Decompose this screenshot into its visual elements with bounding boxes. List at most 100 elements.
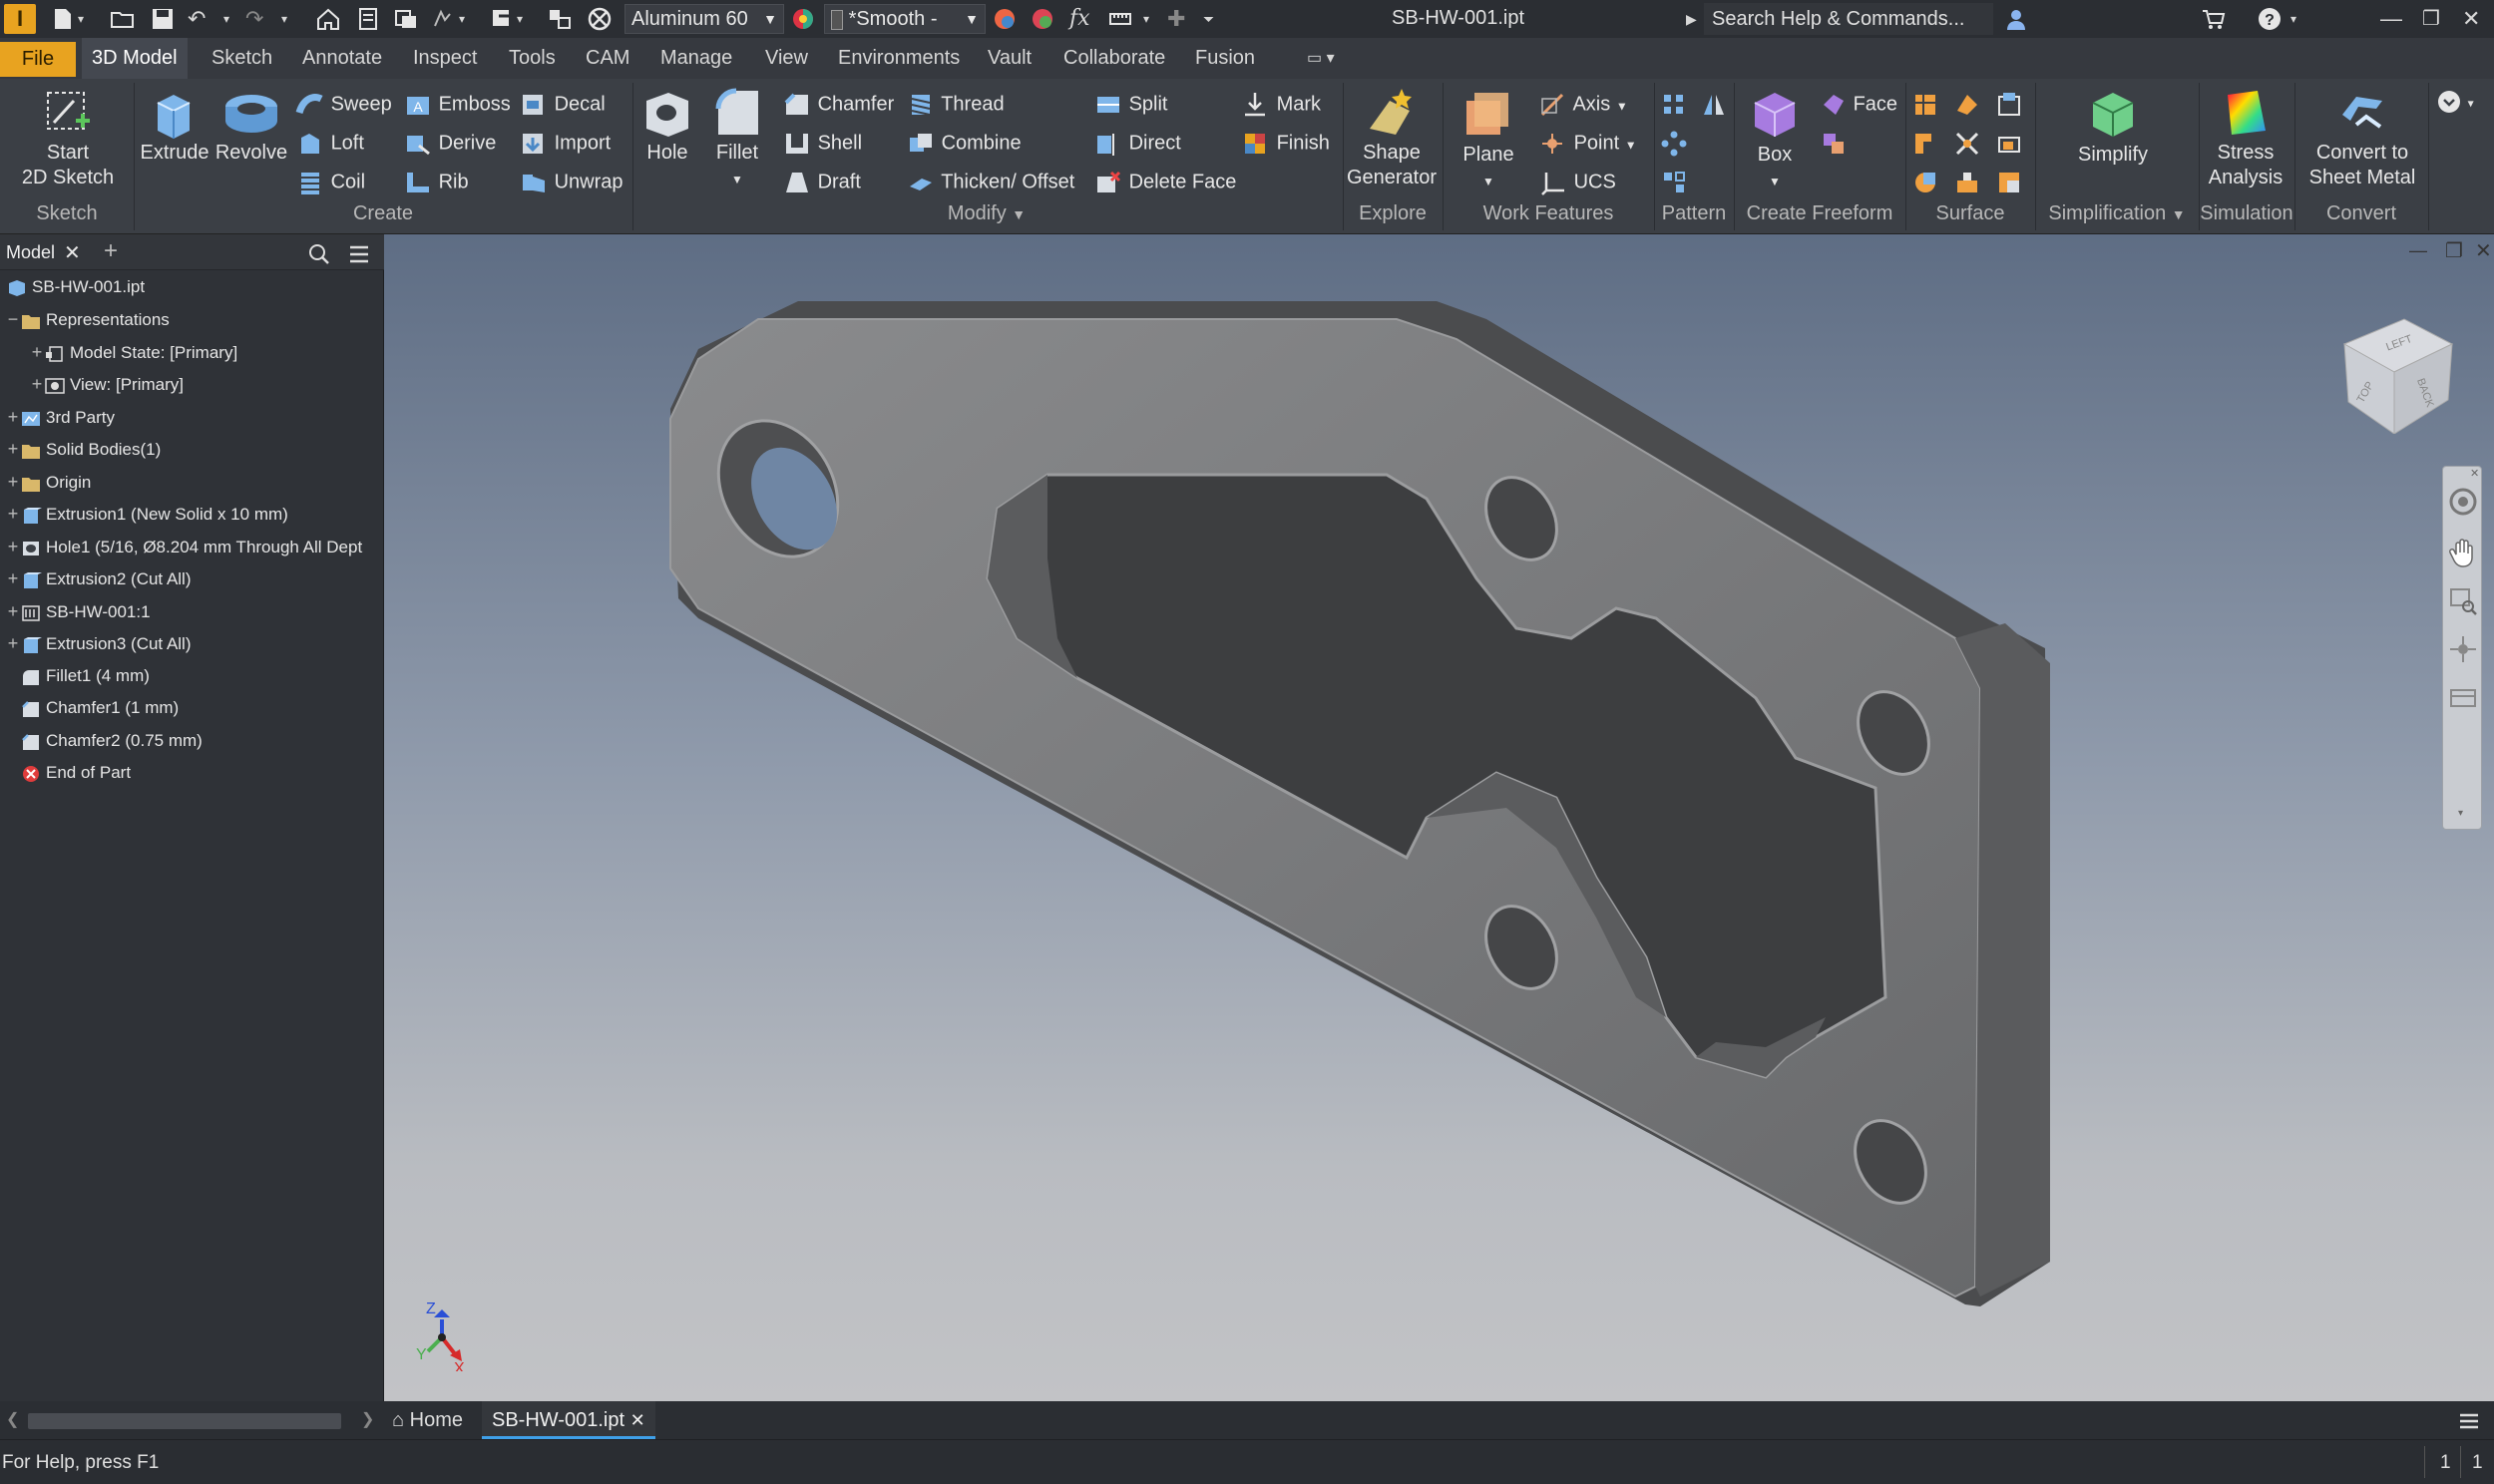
face-button[interactable]: Face: [1820, 91, 1897, 119]
tab-list-icon[interactable]: [2457, 1409, 2481, 1433]
plane-dropdown-icon[interactable]: ▼: [1482, 175, 1494, 188]
tab-home[interactable]: ⌂ Home: [392, 1401, 463, 1439]
steering-wheel-icon[interactable]: [2448, 487, 2478, 517]
tree-node-part[interactable]: SB-HW-001.ipt: [6, 274, 145, 300]
mirror-button[interactable]: [1700, 91, 1728, 119]
open-icon[interactable]: [110, 6, 136, 32]
tree-node-hole1[interactable]: + Hole1 (5/16, Ø8.204 mm Through All Dept: [6, 534, 362, 559]
simplify-button[interactable]: Simplify: [2065, 87, 2161, 168]
clear-appearance-icon[interactable]: [1030, 6, 1055, 32]
appearance-ball-icon[interactable]: [790, 6, 816, 32]
unwrap-button[interactable]: Unwrap: [519, 169, 623, 196]
tree-node-chamfer2[interactable]: Chamfer2 (0.75 mm): [20, 728, 203, 754]
tree-node-chamfer1[interactable]: Chamfer1 (1 mm): [20, 695, 179, 721]
surface-stitch-button[interactable]: [1995, 91, 2023, 119]
thread-button[interactable]: Thread: [906, 91, 1005, 119]
measure-dropdown-icon[interactable]: ▾: [1143, 6, 1149, 32]
save-icon[interactable]: [150, 6, 176, 32]
rectangular-pattern-button[interactable]: [1660, 91, 1688, 119]
tab-environments[interactable]: Environments: [828, 38, 970, 79]
select-icon[interactable]: [431, 6, 457, 32]
tree-node-representations[interactable]: − Representations: [6, 306, 170, 332]
axis-button[interactable]: Axis ▼: [1538, 91, 1628, 119]
ribbon-options-icon[interactable]: ▾: [2436, 89, 2474, 115]
tree-node-3rd-party[interactable]: +3rd Party: [6, 404, 115, 430]
group-modify-label[interactable]: Modify ▼: [632, 202, 1341, 225]
tab-fusion[interactable]: Fusion: [1185, 38, 1265, 79]
tree-node-view[interactable]: + View: [Primary]: [30, 371, 184, 397]
tab-annotate[interactable]: Annotate: [292, 38, 392, 79]
undo-icon[interactable]: ↶: [188, 6, 206, 32]
collapse-icon[interactable]: −: [6, 306, 20, 332]
convert-to-sheet-metal-button[interactable]: Convert to Sheet Metal: [2300, 85, 2424, 190]
surface-patch-button[interactable]: [1953, 91, 1981, 119]
viewport-minimize-icon[interactable]: —: [2409, 240, 2427, 261]
expand-icon[interactable]: +: [6, 469, 20, 495]
measure-icon[interactable]: [1107, 6, 1133, 32]
select-dropdown-icon[interactable]: ▾: [459, 6, 465, 32]
tab-cam[interactable]: CAM: [576, 38, 639, 79]
panel-toggle-icon[interactable]: ▭ ▾: [1297, 38, 1345, 79]
tab-vault[interactable]: Vault: [978, 38, 1041, 79]
expand-icon[interactable]: +: [30, 339, 44, 365]
expand-icon[interactable]: +: [6, 598, 20, 624]
material-icon[interactable]: [587, 6, 613, 32]
tree-node-extrusion1[interactable]: + Extrusion1 (New Solid x 10 mm): [6, 501, 288, 527]
group-simplification-label[interactable]: Simplification ▼: [2035, 202, 2199, 225]
chamfer-button[interactable]: Chamfer: [782, 91, 894, 119]
return-dropdown-icon[interactable]: ▾: [517, 6, 523, 32]
redo-icon[interactable]: ↷: [245, 6, 263, 32]
tab-document[interactable]: SB-HW-001.ipt ✕: [482, 1401, 655, 1439]
draft-button[interactable]: Draft: [782, 169, 861, 196]
iproperties-icon[interactable]: [355, 6, 381, 32]
tree-node-model-state[interactable]: + Model State: [Primary]: [30, 339, 237, 365]
mark-button[interactable]: Mark: [1241, 91, 1321, 119]
parameters-icon[interactable]: fx: [1069, 6, 1090, 32]
expand-icon[interactable]: +: [6, 534, 20, 559]
split-button[interactable]: Split: [1093, 91, 1167, 119]
shell-button[interactable]: Shell: [782, 130, 862, 158]
expand-icon[interactable]: +: [6, 501, 20, 527]
app-logo[interactable]: I: [4, 4, 36, 34]
tree-node-embedded[interactable]: + SB-HW-001:1: [6, 598, 151, 624]
help-dropdown-icon[interactable]: ▾: [2290, 6, 2296, 32]
combine-button[interactable]: Combine: [906, 130, 1022, 158]
orbit-icon[interactable]: [2448, 634, 2478, 664]
tab-3d-model[interactable]: 3D Model: [82, 38, 188, 79]
tree-node-extrusion2[interactable]: + Extrusion2 (Cut All): [6, 565, 192, 591]
surface-fit-button[interactable]: [1995, 169, 2023, 196]
derive-button[interactable]: Derive: [403, 130, 496, 158]
zoom-icon[interactable]: [2448, 586, 2478, 616]
pan-icon[interactable]: [2448, 537, 2478, 568]
plane-button[interactable]: Plane ▼: [1449, 87, 1528, 194]
box-button[interactable]: Box ▼: [1738, 87, 1812, 194]
surface-repair-button[interactable]: [1953, 169, 1981, 196]
menu-icon[interactable]: [347, 242, 371, 266]
scrollbar-thumb[interactable]: [28, 1413, 341, 1429]
minimize-icon[interactable]: —: [2380, 6, 2402, 32]
tab-file[interactable]: File: [0, 42, 76, 77]
surface-extend-button[interactable]: [1995, 130, 2023, 158]
undo-dropdown-icon[interactable]: ▾: [223, 6, 229, 32]
tree-node-fillet1[interactable]: Fillet1 (4 mm): [20, 663, 150, 689]
redo-dropdown-icon[interactable]: ▾: [281, 6, 287, 32]
coil-button[interactable]: Coil: [295, 169, 365, 196]
adjust-appearance-icon[interactable]: [992, 6, 1018, 32]
material-dropdown[interactable]: Aluminum 60 ▼: [624, 4, 784, 34]
add-icon[interactable]: ✚: [1167, 6, 1185, 32]
surface-trim-button[interactable]: [1953, 130, 1981, 158]
tab-view[interactable]: View: [755, 38, 818, 79]
expand-icon[interactable]: +: [30, 371, 44, 397]
cart-icon[interactable]: [2201, 6, 2227, 32]
browser-close-icon[interactable]: ✕: [64, 240, 81, 265]
surface-thicken-button[interactable]: [1911, 91, 1939, 119]
box-dropdown-icon[interactable]: ▼: [1769, 175, 1781, 188]
home-icon[interactable]: [315, 6, 341, 32]
search-icon[interactable]: [307, 242, 331, 266]
surface-sculpt-button[interactable]: [1911, 130, 1939, 158]
update-icon[interactable]: [547, 6, 573, 32]
help-icon[interactable]: ?: [2257, 6, 2283, 32]
tab-inspect[interactable]: Inspect: [403, 38, 487, 79]
sweep-button[interactable]: Sweep: [295, 91, 392, 119]
viewport-close-icon[interactable]: ✕: [2475, 238, 2492, 263]
